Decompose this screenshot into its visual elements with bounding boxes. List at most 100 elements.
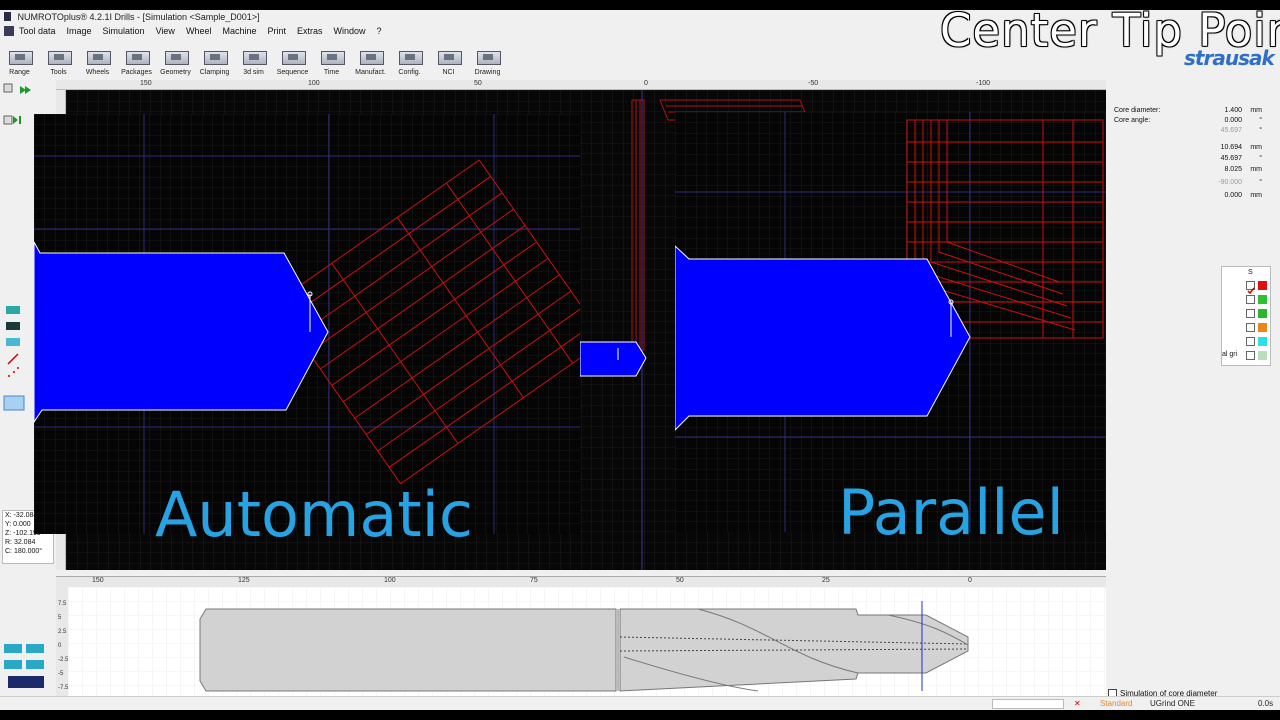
preview-tick-150: 150: [92, 577, 104, 584]
toolbar-tools-label: Tools: [50, 69, 67, 76]
preview-tick-100: 100: [384, 577, 396, 584]
play-step-icon: [13, 116, 18, 124]
center-small-tip: [580, 341, 647, 377]
param-value-2[interactable]: 10.694: [1221, 143, 1242, 153]
3d-sim-icon: [241, 47, 267, 67]
preview-vtick-5: -2.5: [58, 657, 69, 663]
label-automatic: Automatic: [155, 478, 473, 551]
ruler-tick-50: 50: [474, 80, 482, 87]
sequence-icon: [280, 47, 306, 67]
close-standard-icon[interactable]: ✕: [1074, 697, 1081, 710]
app-window: NUMROTOplus® 4.2.1I Drills - [Simulation…: [0, 10, 1280, 710]
ruler-tick-neg100: -100: [976, 80, 991, 87]
layer-checkbox-6[interactable]: [1246, 351, 1255, 360]
ruler-tick-neg50: -50: [808, 80, 819, 87]
layer-checkbox-3[interactable]: [1246, 309, 1255, 318]
toolbar-config-button[interactable]: Config.: [390, 38, 429, 76]
layer-color-6[interactable]: [1258, 351, 1267, 360]
brand-logo: strausak: [1184, 46, 1275, 70]
toolbar-range-label: Range: [9, 69, 30, 76]
machine-name: UGrind ONE: [1150, 699, 1195, 708]
menu-window[interactable]: Window: [334, 24, 366, 38]
core-diameter-unit: mm: [1250, 107, 1262, 114]
wheel-tool-icon-2: [6, 322, 20, 330]
layer-color-4[interactable]: [1258, 323, 1267, 332]
layer-checkbox-4[interactable]: [1246, 323, 1255, 332]
preview-vtick-2: 5: [58, 615, 62, 621]
toolbar-time-button[interactable]: Time: [312, 38, 351, 76]
layer-color-5[interactable]: [1258, 337, 1267, 346]
menu-print[interactable]: Print: [267, 24, 286, 38]
manufact-icon: [358, 47, 384, 67]
core-angle-unit: °: [1259, 117, 1262, 124]
menu-tool-data[interactable]: Tool data: [19, 24, 56, 38]
toolbar-packages-label: Packages: [121, 69, 152, 76]
top-ruler: 150 100 50 0 -50 -100: [56, 80, 1106, 90]
wheel-tool-icon: [6, 306, 20, 314]
preview-vtick-6: -5: [58, 671, 64, 677]
param-row-4: 8.025 mm: [1110, 165, 1270, 175]
menu-view[interactable]: View: [156, 24, 175, 38]
document-icon[interactable]: [4, 26, 14, 36]
menu-wheel[interactable]: Wheel: [186, 24, 212, 38]
layer-color-1[interactable]: [1258, 281, 1267, 290]
layer-color-3[interactable]: [1258, 309, 1267, 318]
preview-vertical-ruler: 7.5 5 2.5 0 -2.5 -5 -7.5: [56, 587, 68, 696]
core-angle-label: Core angle:: [1114, 117, 1151, 124]
layer-checkbox-2[interactable]: [1246, 295, 1255, 304]
toolbar-3d-sim-button[interactable]: 3d sim: [234, 38, 273, 76]
toolbar-range-button[interactable]: Range: [0, 38, 39, 76]
window-title: NUMROTOplus® 4.2.1I Drills - [Simulation…: [17, 12, 260, 22]
param-value-4[interactable]: 8.025: [1224, 165, 1242, 175]
status-field: [992, 699, 1064, 709]
core-angle-row: Core angle: 0.000 °: [1110, 116, 1270, 126]
coord-r: R: 32.084: [5, 539, 36, 546]
param-value-5[interactable]: -90.000: [1218, 178, 1242, 188]
toolbar-manufact-button[interactable]: Manufact.: [351, 38, 390, 76]
core-diameter-value[interactable]: 1.400: [1224, 106, 1242, 116]
core-angle-value[interactable]: 0.000: [1224, 116, 1242, 126]
menu-simulation[interactable]: Simulation: [103, 24, 145, 38]
grid-tool-icon: [3, 395, 25, 411]
standard-mode[interactable]: Standard: [1100, 697, 1132, 710]
param-unit-5: °: [1259, 179, 1262, 186]
preview-tick-125: 125: [238, 577, 250, 584]
play-fast-icon-2: [25, 86, 31, 94]
tool-preview[interactable]: 150 125 100 75 50 25 0 7.5 5 2.5 0 -2.5 …: [56, 576, 1106, 696]
packages-icon: [124, 47, 150, 67]
toolbar-geometry-label: Geometry: [160, 69, 191, 76]
preview-tick-25: 25: [822, 577, 830, 584]
toolbar-tools-button[interactable]: Tools: [39, 38, 78, 76]
toolbar-packages-button[interactable]: Packages: [117, 38, 156, 76]
toolbar-geometry-button[interactable]: Geometry: [156, 38, 195, 76]
param-value-6[interactable]: 0.000: [1224, 191, 1242, 201]
toolbar-time-label: Time: [323, 69, 340, 76]
toolbar-clamping-button[interactable]: Clamping: [195, 38, 234, 76]
toolbar-drawing-button[interactable]: Drawing: [468, 38, 507, 76]
param-unit-6: mm: [1250, 192, 1262, 199]
toolbar-nci-button[interactable]: NCI: [429, 38, 468, 76]
wheel-profile-icon-3: [4, 660, 22, 669]
menu-machine[interactable]: Machine: [222, 24, 256, 38]
toolbar-wheels-button[interactable]: Wheels: [78, 38, 117, 76]
layer-color-2[interactable]: [1258, 295, 1267, 304]
toolbar-manufact-label: Manufact.: [355, 69, 386, 76]
preview-vtick-1: 7.5: [58, 601, 67, 607]
checkmark-icon: [1247, 287, 1255, 295]
param-value-3[interactable]: 45.697: [1221, 154, 1242, 164]
menu-image[interactable]: Image: [67, 24, 92, 38]
menu-extras[interactable]: Extras: [297, 24, 323, 38]
toolbar-clamping-label: Clamping: [199, 69, 230, 76]
core-diameter-row: Core diameter: 1.400 mm: [1110, 106, 1270, 116]
layer-checkbox-1[interactable]: [1246, 281, 1255, 295]
nci-icon: [436, 47, 462, 67]
param-row-5: -90.000 °: [1110, 178, 1270, 188]
wheel-profile-icon-4: [26, 660, 44, 669]
param-row-1: 45.697 °: [1110, 126, 1270, 136]
param-value-1[interactable]: 45.697: [1221, 126, 1242, 136]
preview-vtick-3: 2.5: [58, 629, 67, 635]
toolbar-sequence-button[interactable]: Sequence: [273, 38, 312, 76]
label-parallel: Parallel: [838, 476, 1064, 549]
menu-help[interactable]: ?: [377, 24, 382, 38]
layer-checkbox-5[interactable]: [1246, 337, 1255, 346]
